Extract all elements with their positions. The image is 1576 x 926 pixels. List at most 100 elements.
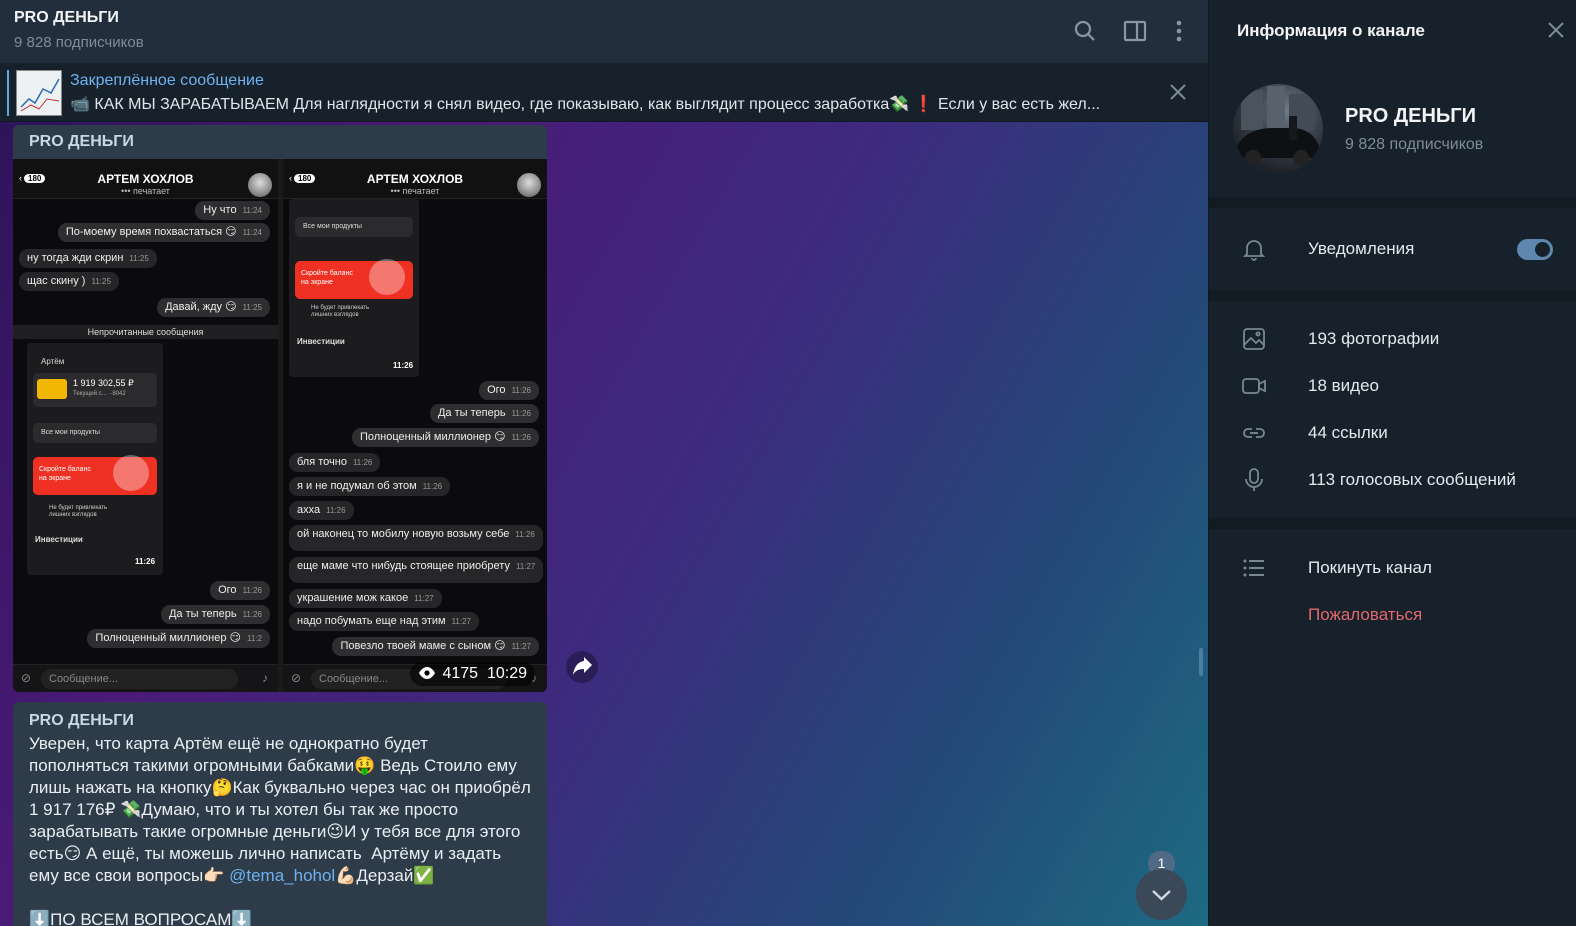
blur-circle (113, 455, 149, 491)
chat-header[interactable]: PRO ДЕНЬГИ 9 828 подписчиков (0, 0, 1208, 64)
chat-bubble: Давай, жду 😏 11:25 (157, 298, 270, 317)
chat-area: PRO ДЕНЬГИ 9 828 подписчиков Закреплённо… (0, 0, 1208, 926)
chat-bubble: ой наконец то мобилу новую возьму себе 11… (289, 525, 543, 551)
post-author[interactable]: PRO ДЕНЬГИ (29, 133, 134, 151)
list-icon (1241, 555, 1267, 581)
post-body-text: ⬇️ПО ВСЕМ ВОПРОСАМ⬇️ (29, 910, 253, 926)
chat-bubble: надо побумать еще над этим 11:27 (289, 612, 479, 631)
chat-bubble: я и не подумал об этом 11:26 (289, 477, 451, 496)
unread-divider: Непрочитанные сообщения (13, 325, 278, 339)
more-menu-icon[interactable] (1166, 18, 1192, 44)
hint-text: Не будет привлекать лишних взглядов (49, 505, 108, 518)
attach-icon: ⊘ (21, 671, 32, 685)
text-post[interactable]: PRO ДЕНЬГИ Уверен, что карта Артём ещё н… (13, 702, 547, 926)
section-divider (1209, 290, 1576, 301)
all-products-label: Все мои продукты (41, 429, 100, 436)
photos-row[interactable]: 193 фотографии (1209, 316, 1576, 362)
section-divider (1209, 197, 1576, 208)
report-label: Пожаловаться (1308, 605, 1423, 624)
phone-input-bar: ⊘ Сообщение... ♪ (13, 664, 278, 692)
eye-icon (419, 667, 436, 679)
bell-icon (1241, 236, 1267, 262)
app-clock: 11:26 (393, 361, 414, 370)
voice-label: 113 голосовых сообщений (1308, 470, 1516, 489)
panel-title: Информация о канале (1237, 21, 1425, 40)
avatar (248, 173, 272, 197)
chat-bubble: Полноценный миллионер 😏 11:26 (351, 428, 539, 447)
investments-label: Инвестиции (297, 337, 345, 346)
bank-app-screenshot: Все мои продукты Скройте баланс на экран… (289, 199, 419, 377)
hide-balance-text: Скройте баланс на экране (39, 466, 91, 482)
leave-channel-label: Покинуть канал (1308, 558, 1432, 577)
chat-bubble: Ну что 11:24 (195, 201, 270, 220)
contact-status: ••• печатает (121, 186, 170, 196)
chat-bubble: Ого 11:26 (210, 581, 270, 600)
scroll-down-button[interactable] (1136, 869, 1187, 920)
blur-circle (369, 259, 405, 295)
post-body-text: 💪🏻Дерзай✅ (335, 866, 435, 885)
notifications-toggle[interactable] (1517, 239, 1553, 260)
contact-status: ••• печатает (390, 186, 440, 196)
products-card: Все мои продукты (33, 423, 157, 443)
phone-header: ‹ 180 АРТЕМ ХОХЛОВ ••• печатает (283, 159, 547, 199)
chat-bubble: ахха 11:26 (289, 501, 354, 520)
report-row[interactable]: Пожаловаться (1209, 592, 1576, 638)
videos-label: 18 видео (1308, 376, 1379, 395)
close-icon[interactable] (1546, 20, 1566, 40)
chat-title[interactable]: PRO ДЕНЬГИ (14, 9, 119, 27)
chat-bubble: Ого 11:26 (479, 381, 539, 400)
sidebar-toggle-icon[interactable] (1122, 18, 1148, 44)
channel-avatar[interactable] (1233, 84, 1323, 174)
screenshot-right[interactable]: ‹ 180 АРТЕМ ХОХЛОВ ••• печатает Все мои п… (283, 159, 547, 692)
channel-info-panel: Информация о канале PRO ДЕНЬГИ 9 828 под… (1208, 0, 1576, 926)
investments-label: Инвестиции (35, 535, 83, 544)
channel-subscribers: 9 828 подписчиков (1345, 136, 1484, 153)
search-icon[interactable] (1072, 18, 1098, 44)
view-count: 4175 (442, 665, 479, 682)
chat-bubble: бля точно 11:26 (289, 453, 381, 472)
notifications-row[interactable]: Уведомления (1209, 226, 1576, 272)
chat-bubble: По-моему время похвастаться 😏 11:24 (57, 223, 270, 242)
scrollbar[interactable] (1199, 648, 1203, 676)
chat-bubble: щас скину ) 11:25 (19, 272, 119, 291)
chat-bubble: Полноценный миллионер 😏 11:2 (87, 629, 270, 648)
mention-link[interactable]: @tema_hohol (229, 866, 335, 885)
pinned-message-bar[interactable]: Закреплённое сообщение 📹 КАК МЫ ЗАРАБАТЫ… (0, 64, 1208, 122)
hide-balance-banner: Скройте баланс на экране (295, 259, 413, 299)
chat-bubble: еще маме что нибудь стоящее приобрету 11:… (289, 557, 544, 583)
chat-bubble: украшение мож какое 11:27 (289, 589, 442, 608)
pinned-thumbnail (16, 70, 62, 116)
share-icon[interactable] (566, 651, 598, 683)
attach-icon: ⊘ (291, 671, 302, 685)
pinned-label: Закреплённое сообщение (70, 72, 264, 89)
screenshot-left[interactable]: ‹ 180 АРТЕМ ХОХЛОВ ••• печатает Ну что 11:… (13, 159, 278, 692)
card-image (37, 379, 67, 399)
post-views-time: 4175 10:29 (410, 662, 535, 686)
hide-balance-text: Скройте баланс на экране (301, 270, 353, 286)
voice-row[interactable]: 113 голосовых сообщений (1209, 457, 1576, 503)
link-icon (1241, 420, 1267, 446)
all-products-label: Все мои продукты (303, 223, 362, 230)
microphone-icon (1241, 467, 1267, 493)
message-placeholder: Сообщение... (41, 669, 238, 689)
pinned-text: 📹 КАК МЫ ЗАРАБАТЫВАЕМ Для наглядности я … (70, 96, 1101, 113)
post-author[interactable]: PRO ДЕНЬГИ (29, 712, 531, 730)
videos-row[interactable]: 18 видео (1209, 363, 1576, 409)
close-icon[interactable] (1168, 82, 1188, 102)
video-icon (1241, 373, 1267, 399)
chat-subscriber-count: 9 828 подписчиков (14, 34, 144, 51)
photos-label: 193 фотографии (1308, 329, 1440, 348)
media-post[interactable]: PRO ДЕНЬГИ ‹ 180 АРТЕМ ХОХЛОВ ••• печатае… (13, 125, 547, 692)
hide-balance-banner: Скройте баланс на экране (33, 455, 157, 495)
account-balance: 1 919 302,55 ₽ (73, 378, 134, 388)
bank-app-screenshot: Артём 1 919 302,55 ₽ Текущий с... ··8042… (27, 343, 163, 575)
pinned-accent-line (7, 70, 9, 116)
photo-icon (1241, 326, 1267, 352)
post-time: 10:29 (486, 665, 527, 682)
links-row[interactable]: 44 ссылки (1209, 410, 1576, 456)
account-name: Текущий с... ··8042 (73, 391, 126, 397)
leave-channel-row[interactable]: Покинуть канал (1209, 545, 1576, 591)
phone-header: ‹ 180 АРТЕМ ХОХЛОВ ••• печатает (13, 159, 278, 199)
avatar (517, 173, 541, 197)
chat-bubble: Да ты теперь 11:26 (160, 605, 270, 624)
